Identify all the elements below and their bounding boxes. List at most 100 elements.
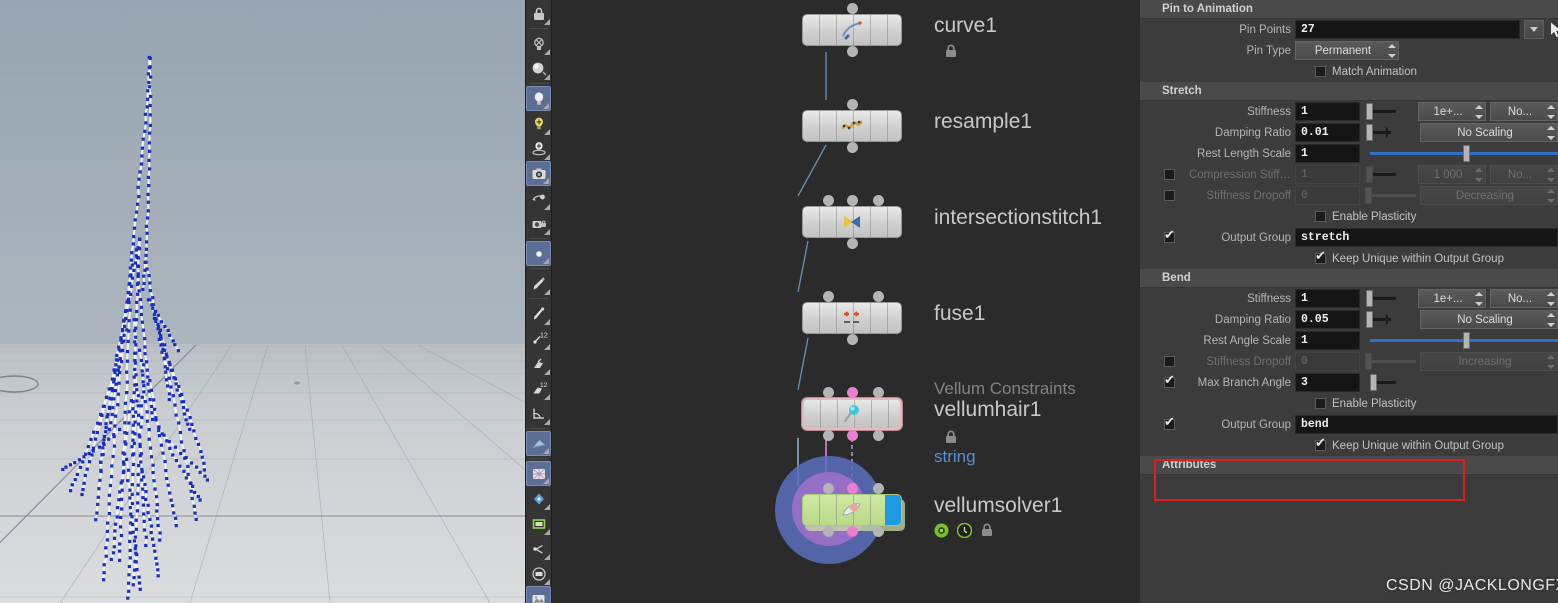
- param-slider[interactable]: [1364, 352, 1416, 371]
- slider-handle[interactable]: [1365, 353, 1373, 370]
- lock-icon[interactable]: [526, 1, 551, 26]
- param-value-field[interactable]: stretch: [1295, 228, 1558, 247]
- slider-handle[interactable]: [1462, 145, 1470, 162]
- node-curve1[interactable]: [802, 14, 902, 46]
- display-flag-icon[interactable]: [934, 523, 949, 543]
- param-checkbox[interactable]: [1164, 169, 1175, 180]
- ambient-light-icon[interactable]: [526, 111, 551, 136]
- node-input-port[interactable]: [847, 195, 858, 206]
- inline-checkbox-group[interactable]: Keep Unique within Output Group: [1295, 249, 1504, 265]
- param-row-output-group[interactable]: Output Group bend: [1140, 414, 1558, 435]
- node-output-port[interactable]: [847, 238, 858, 249]
- point-select-icon[interactable]: [526, 241, 551, 266]
- param-slider[interactable]: [1364, 186, 1416, 205]
- param-slider[interactable]: [1364, 102, 1414, 121]
- diamond-icon[interactable]: [526, 486, 551, 511]
- uv-grid-icon[interactable]: [526, 461, 551, 486]
- param-checkbox[interactable]: [1164, 228, 1175, 243]
- light-off-icon[interactable]: [526, 31, 551, 56]
- param-row-enable-plasticity[interactable]: Enable Plasticity: [1140, 206, 1558, 227]
- param-value-field[interactable]: 27: [1295, 20, 1520, 39]
- node-output-port[interactable]: [847, 526, 858, 537]
- section-header-pin_to_animation[interactable]: Pin to Animation: [1140, 0, 1558, 19]
- param-value-field[interactable]: 1: [1295, 165, 1360, 184]
- param-menu[interactable]: 1e+...: [1418, 102, 1486, 121]
- param-slider[interactable]: [1364, 331, 1558, 350]
- camera-switcher-icon[interactable]: [526, 186, 551, 211]
- node-output-port[interactable]: [873, 526, 884, 537]
- display-flag[interactable]: [885, 495, 901, 525]
- param-value-field[interactable]: 0: [1295, 186, 1360, 205]
- spinner-icon[interactable]: [1474, 105, 1483, 119]
- cone-icon[interactable]: [526, 431, 551, 456]
- joint-icon[interactable]: [526, 536, 551, 561]
- node-input-port[interactable]: [847, 483, 858, 494]
- param-row-output-group[interactable]: Output Group stretch: [1140, 227, 1558, 248]
- corner-icon[interactable]: [526, 401, 551, 426]
- param-row-rest-angle-scale[interactable]: Rest Angle Scale 1: [1140, 330, 1558, 351]
- template-flag-icon[interactable]: [956, 522, 973, 543]
- param-value-field[interactable]: 0.05: [1295, 310, 1360, 329]
- groom-12-icon[interactable]: 12: [526, 326, 551, 351]
- node-intersectionstitch1[interactable]: [802, 206, 902, 238]
- spinner-icon[interactable]: [1546, 105, 1555, 119]
- inline-checkbox-group[interactable]: Enable Plasticity: [1295, 211, 1416, 223]
- param-row-max-branch-angle[interactable]: Max Branch Angle 3: [1140, 372, 1558, 393]
- param-row-match-animation[interactable]: Match Animation: [1140, 61, 1558, 82]
- param-menu[interactable]: No Scaling: [1420, 123, 1558, 142]
- param-checkbox[interactable]: [1315, 66, 1326, 77]
- spinner-icon[interactable]: [1474, 168, 1483, 182]
- param-value-field[interactable]: 1: [1295, 102, 1360, 121]
- node-output-port[interactable]: [847, 46, 858, 57]
- param-row-stiffness-dropoff[interactable]: Stiffness Dropoff 0 Decreasing: [1140, 185, 1558, 206]
- param-checkbox[interactable]: [1164, 415, 1175, 430]
- param-slider[interactable]: [1364, 144, 1558, 163]
- section-header-attributes[interactable]: Attributes: [1140, 456, 1558, 475]
- chevron-down-icon[interactable]: [1524, 20, 1544, 39]
- param-row-pin-type[interactable]: Pin Type Permanent: [1140, 40, 1558, 61]
- node-input-port[interactable]: [873, 387, 884, 398]
- node-fuse1[interactable]: [802, 302, 902, 334]
- slider-handle[interactable]: [1366, 166, 1373, 183]
- param-checkbox[interactable]: [1315, 436, 1326, 451]
- clump-icon[interactable]: [526, 351, 551, 376]
- param-value-field[interactable]: 0: [1295, 352, 1360, 371]
- environment-light-icon[interactable]: [526, 136, 551, 161]
- node-vellumsolver1[interactable]: [802, 494, 902, 526]
- param-row-damping-ratio[interactable]: Damping Ratio 0.01 No Scaling: [1140, 122, 1558, 143]
- node-input-port[interactable]: [847, 99, 858, 110]
- camera-icon[interactable]: [526, 161, 551, 186]
- comb-icon[interactable]: [526, 301, 551, 326]
- param-row-rest-length-scale[interactable]: Rest Length Scale 1: [1140, 143, 1558, 164]
- node-vellumhair1[interactable]: [802, 398, 902, 430]
- spinner-icon[interactable]: [1546, 355, 1555, 369]
- parameter-panel[interactable]: Pin to Animation Pin Points 27 Pin Type Perm…: [1140, 0, 1558, 603]
- node-flags[interactable]: [934, 522, 994, 543]
- param-menu[interactable]: Increasing: [1420, 352, 1558, 371]
- slider-handle[interactable]: [1365, 124, 1373, 141]
- slider-handle[interactable]: [1365, 311, 1373, 328]
- spinner-icon[interactable]: [1546, 168, 1555, 182]
- param-menu[interactable]: No...: [1490, 165, 1558, 184]
- param-checkbox[interactable]: [1315, 211, 1326, 222]
- slider-handle[interactable]: [1366, 103, 1373, 120]
- slider-handle[interactable]: [1366, 290, 1373, 307]
- section-header-bend[interactable]: Bend: [1140, 269, 1558, 288]
- slider-handle[interactable]: [1369, 374, 1377, 391]
- green-box-icon[interactable]: [526, 511, 551, 536]
- param-checkbox[interactable]: [1164, 190, 1175, 201]
- spinner-icon[interactable]: [1546, 189, 1555, 203]
- point-light-icon[interactable]: [526, 86, 551, 111]
- slider-handle[interactable]: [1462, 332, 1470, 349]
- 3d-viewport[interactable]: [0, 0, 525, 603]
- param-checkbox[interactable]: [1164, 356, 1175, 367]
- node-input-port[interactable]: [823, 291, 834, 302]
- section-header-stretch[interactable]: Stretch: [1140, 82, 1558, 101]
- node-input-port[interactable]: [873, 291, 884, 302]
- param-checkbox[interactable]: [1164, 373, 1175, 388]
- param-value-field[interactable]: 1: [1295, 331, 1360, 350]
- node-graph[interactable]: curve1 resample1 intersectionstitch1 fuse1 V…: [552, 0, 1140, 603]
- node-input-port[interactable]: [873, 195, 884, 206]
- node-resample1[interactable]: [802, 110, 902, 142]
- param-menu[interactable]: No Scaling: [1420, 310, 1558, 329]
